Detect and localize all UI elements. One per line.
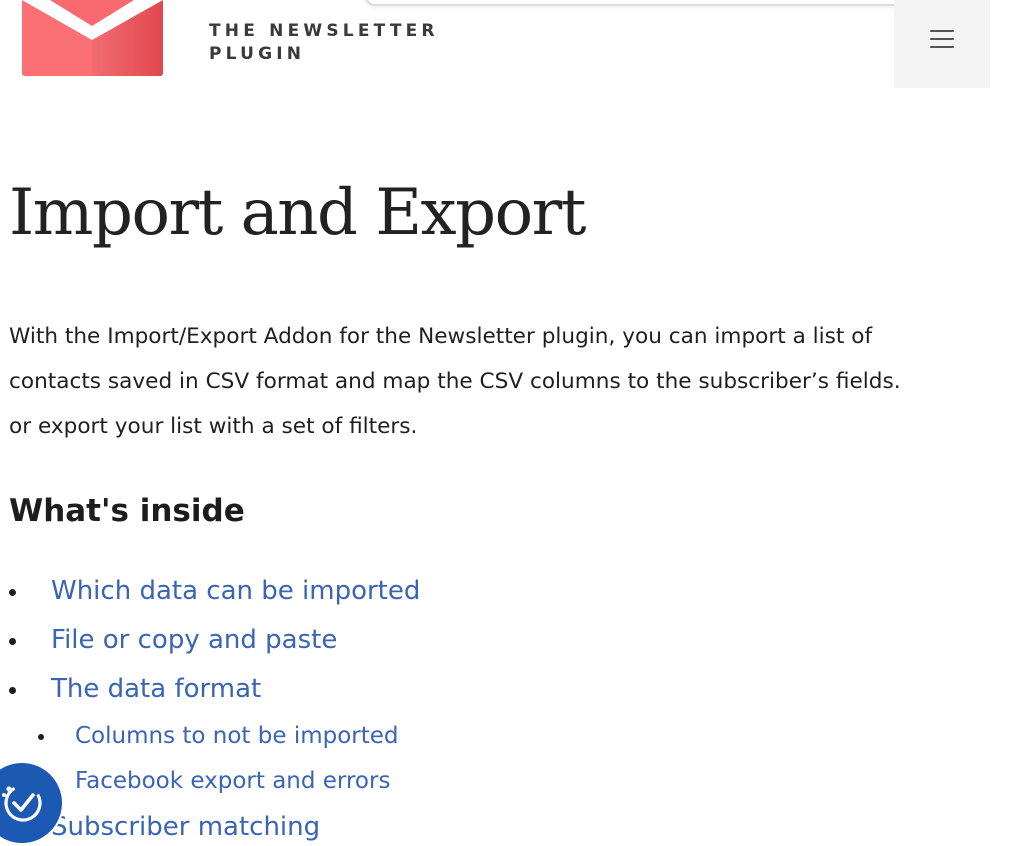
toc-subitem: Columns to not be imported — [38, 718, 399, 754]
hamburger-menu-icon[interactable] — [930, 30, 954, 48]
bullet-icon — [9, 687, 16, 694]
envelope-logo-icon — [22, 0, 163, 76]
toc-link-columns-not-imported[interactable]: Columns to not be imported — [75, 723, 399, 749]
bullet-icon — [38, 734, 44, 740]
toc-item: File or copy and paste — [9, 620, 337, 660]
toc-item: Which data can be imported — [9, 571, 420, 611]
toc-link-facebook-export[interactable]: Facebook export and errors — [75, 768, 390, 794]
toc-link-which-data[interactable]: Which data can be imported — [51, 576, 420, 606]
newsletter-logo[interactable] — [22, 0, 163, 76]
bullet-icon — [9, 638, 16, 645]
toc-link-subscriber-matching[interactable]: Subscriber matching — [51, 812, 320, 842]
toc-subitem: Facebook export and errors — [38, 763, 390, 799]
bullet-icon — [9, 589, 16, 596]
intro-line-3: or export your list with a set of filter… — [9, 414, 418, 439]
brand-line-1: THE NEWSLETTER — [209, 21, 439, 41]
intro-line-2: contacts saved in CSV format and map the… — [9, 369, 901, 394]
brand-name[interactable]: THE NEWSLETTER PLUGIN — [209, 20, 439, 66]
toc-item: Subscriber matching — [9, 807, 320, 846]
toc-item: The data format — [9, 669, 261, 709]
brand-line-2: PLUGIN — [209, 44, 306, 64]
search-bar[interactable] — [365, 0, 930, 6]
toc-link-file-or-copy[interactable]: File or copy and paste — [51, 625, 337, 655]
page-title: Import and Export — [9, 176, 586, 250]
section-heading: What's inside — [9, 493, 245, 529]
toc-link-data-format[interactable]: The data format — [51, 674, 261, 704]
accessibility-check-icon — [2, 784, 42, 822]
intro-line-1: With the Import/Export Addon for the New… — [9, 324, 873, 349]
intro-paragraph: With the Import/Export Addon for the New… — [9, 314, 1014, 449]
